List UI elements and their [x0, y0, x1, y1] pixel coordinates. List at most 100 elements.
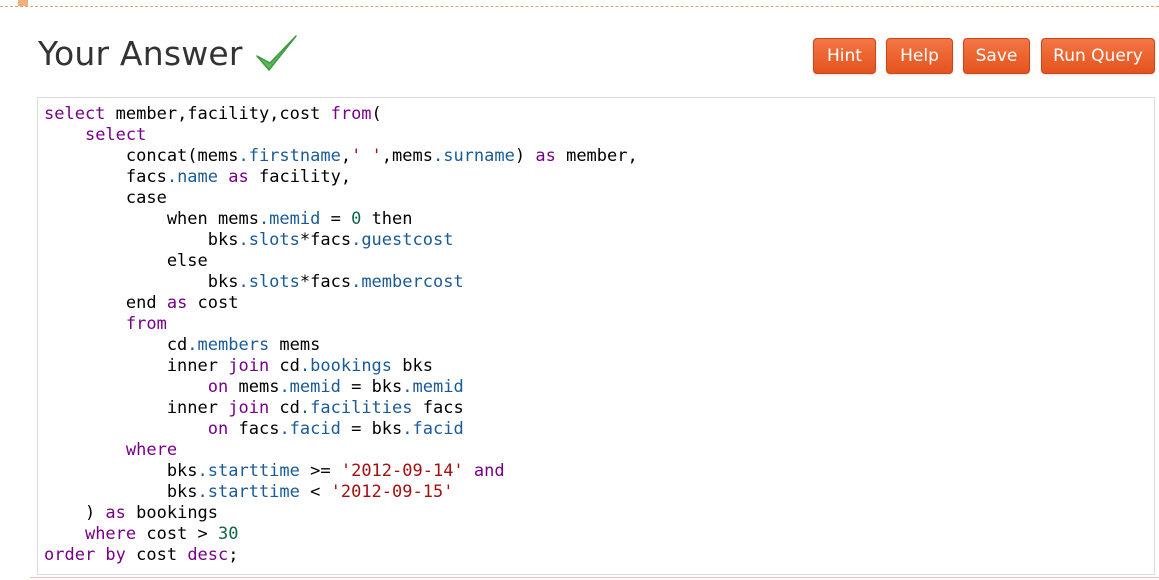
code-token: on	[207, 377, 229, 397]
code-line: on mems.memid = bks.memid	[44, 377, 464, 398]
code-token: as	[535, 146, 556, 166]
code-token: '2012-09-14'	[340, 461, 464, 481]
help-button[interactable]: Help	[886, 38, 953, 74]
code-token: ' '	[351, 146, 382, 166]
code-line: order by cost desc;	[44, 545, 239, 566]
code-token: .facilities	[299, 398, 413, 418]
code-token: ,mems	[381, 146, 433, 166]
code-token: as	[166, 293, 188, 313]
code-token: cost	[187, 293, 239, 313]
code-token: .starttime	[197, 482, 300, 502]
code-token: .name	[166, 167, 219, 187]
code-token: '2012-09-15'	[330, 482, 454, 502]
code-token: .memid	[258, 209, 321, 229]
code-token: 0	[351, 209, 362, 229]
code-token: select	[44, 104, 106, 124]
code-line: select	[44, 125, 146, 146]
code-token: .members	[187, 335, 270, 355]
query-toolbar: Hint Help Save Run Query	[0, 38, 1159, 74]
code-token: and	[473, 461, 505, 481]
code-line: when mems.memid = 0 then	[44, 209, 413, 230]
code-token: concat(mems	[44, 146, 239, 166]
code-token: .slots	[238, 230, 300, 250]
code-token: .facid	[402, 419, 464, 439]
hint-button[interactable]: Hint	[813, 38, 876, 74]
code-token: 30	[218, 524, 239, 544]
code-token: bks	[44, 461, 198, 481]
code-token: join	[228, 356, 270, 376]
code-token: bookings	[125, 503, 219, 523]
code-token: inner	[44, 398, 229, 418]
save-button[interactable]: Save	[963, 38, 1030, 74]
code-line: end as cost	[44, 293, 239, 314]
code-token: = bks	[340, 419, 403, 439]
code-token: inner	[44, 356, 229, 376]
code-line: where	[44, 440, 177, 461]
code-token: .memid	[279, 377, 341, 397]
code-token: *facs	[299, 230, 352, 250]
code-token: as	[105, 503, 126, 523]
code-token: case	[44, 188, 167, 208]
code-line: bks.slots*facs.guestcost	[44, 230, 454, 251]
run-query-button[interactable]: Run Query	[1041, 38, 1155, 74]
code-token: cd	[44, 335, 188, 355]
bottom-divider	[30, 577, 1159, 578]
code-token: bks	[392, 356, 433, 376]
code-token: .membercost	[351, 272, 464, 292]
code-line: from	[44, 314, 167, 335]
code-token: .firstname	[238, 146, 341, 166]
code-token: where	[84, 524, 137, 544]
code-line: where cost > 30	[44, 524, 239, 545]
code-token: .facid	[279, 419, 341, 439]
code-token: cd	[269, 398, 300, 418]
top-divider	[0, 6, 1159, 7]
code-token: join	[228, 398, 270, 418]
code-token: .surname	[432, 146, 515, 166]
code-token: else	[44, 251, 208, 271]
code-token: facs	[412, 398, 464, 418]
code-line: select member,facility,cost from(	[44, 104, 382, 125]
code-line: concat(mems.firstname,' ',mems.surname) …	[44, 146, 638, 167]
code-token: = bks	[340, 377, 403, 397]
sql-code-editor[interactable]: select member,facility,cost from( select…	[37, 97, 1155, 575]
code-token: >=	[299, 461, 341, 481]
code-token: mems	[269, 335, 321, 355]
top-marker	[18, 0, 28, 6]
code-line: bks.slots*facs.membercost	[44, 272, 464, 293]
code-token: cost >	[136, 524, 219, 544]
code-line: inner join cd.facilities facs	[44, 398, 464, 419]
code-token: facs	[44, 167, 167, 187]
code-token: when mems	[44, 209, 259, 229]
code-token: .slots	[238, 272, 300, 292]
code-line: inner join cd.bookings bks	[44, 356, 433, 377]
code-token: select	[84, 125, 147, 145]
code-line: bks.starttime >= '2012-09-14' and	[44, 461, 505, 482]
code-token: from	[330, 104, 372, 124]
code-line: else	[44, 251, 208, 272]
code-token: .guestcost	[351, 230, 454, 250]
code-token: ,	[340, 146, 352, 166]
code-line: on facs.facid = bks.facid	[44, 419, 464, 440]
code-token: ;	[228, 545, 239, 565]
code-token: .memid	[402, 377, 464, 397]
code-token: where	[125, 440, 178, 460]
code-token: cd	[269, 356, 300, 376]
code-token: desc	[187, 545, 229, 565]
code-token: facs	[228, 419, 280, 439]
code-token: bks	[44, 482, 198, 502]
code-token: member,	[555, 146, 638, 166]
code-token: end	[44, 293, 167, 313]
code-line: facs.name as facility,	[44, 167, 351, 188]
code-line: ) as bookings	[44, 503, 218, 524]
code-line: cd.members mems	[44, 335, 321, 356]
code-token: cost	[125, 545, 188, 565]
code-token: =	[320, 209, 352, 229]
